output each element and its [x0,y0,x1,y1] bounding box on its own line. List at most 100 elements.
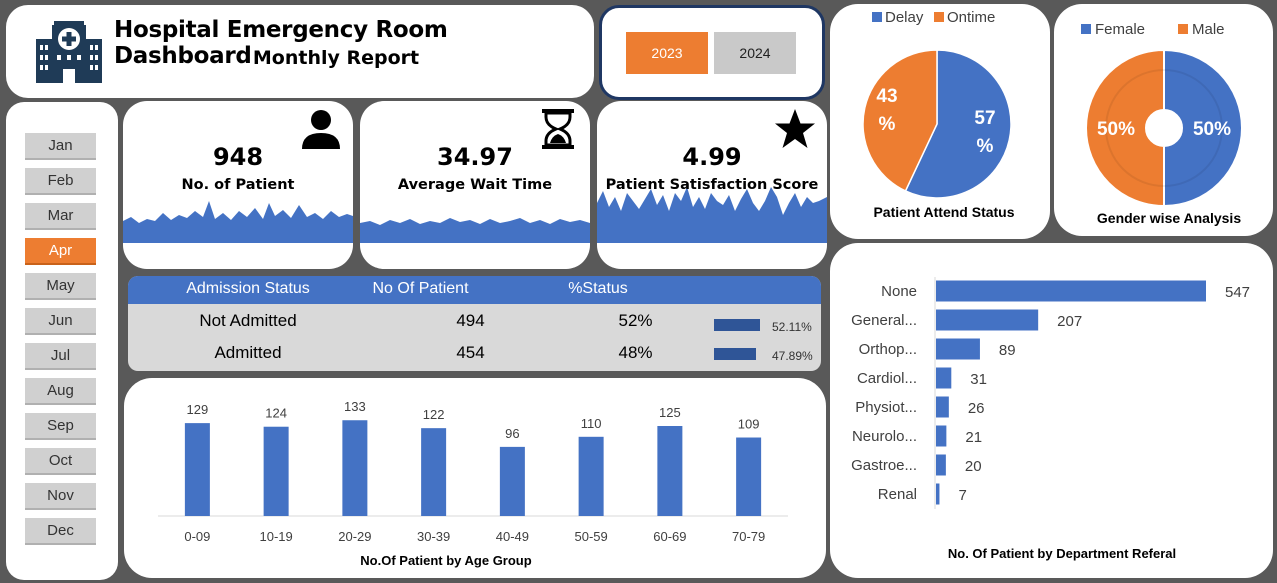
data-label: 26 [968,400,985,417]
bar-1 [936,309,1039,331]
month-button-jan[interactable]: Jan [25,133,96,160]
kpi-patients-value: 948 [212,143,264,171]
x-tick-label: 10-19 [260,529,293,544]
kpi-satisfaction-value: 4.99 [682,143,742,171]
category-label: Renal [878,486,917,503]
pct-bar-label: 47.89% [772,349,813,363]
month-button-aug[interactable]: Aug [25,378,96,405]
bar-0 [936,280,1206,302]
data-label: 96 [505,426,519,441]
bar-2 [936,338,980,360]
data-label: 122 [423,407,445,422]
legend-swatch [1081,24,1091,34]
chart-title: Patient Attend Status [873,204,1014,220]
bar-10-19 [263,426,289,516]
data-label: 109 [738,417,760,432]
bar-40-49 [499,446,525,516]
pct-cell: 52% [618,311,653,330]
bar-70-79 [736,437,762,516]
pct-bar-label: 52.11% [772,320,812,334]
month-button-nov[interactable]: Nov [25,483,96,510]
category-label: Cardiol... [857,370,917,387]
attend-status-pie: Delay Ontime 57% 43% Patient Attend Status [862,9,1015,220]
chart-title: No.Of Patient by Age Group [360,553,531,568]
data-label: 129 [187,402,209,417]
legend-swatch [872,12,882,22]
month-button-jun[interactable]: Jun [25,308,96,335]
data-label: 110 [581,416,602,431]
data-label: 207 [1057,313,1082,330]
pct-bar [714,348,757,360]
month-button-mar[interactable]: Mar [25,203,96,230]
month-button-apr[interactable]: Apr [25,238,96,265]
category-label: Gastroe... [851,457,917,474]
table-header: Admission Status No Of Patient %Status [128,276,821,304]
x-tick-label: 0-09 [184,529,210,544]
count-cell: 454 [456,343,485,362]
column-header: No Of Patient [372,280,469,297]
age-group-chart: 129 0-09 124 10-19 133 20-29 122 30-39 96 40-49 11… [158,399,788,568]
bar-20-29 [342,420,368,516]
year-selector: 2023 2024 [599,5,825,100]
month-button-sep[interactable]: Sep [25,413,96,440]
kpi-wait-card: 34.97 Average Wait Time [360,101,590,269]
table-row: Not Admitted 494 52% 52.11% [128,307,821,339]
dashboard-subtitle: Monthly Report [252,47,420,69]
bar-50-59 [578,436,604,516]
kpi-wait-value: 34.97 [437,143,513,171]
data-label: 125 [659,405,681,420]
kpi-wait-label: Average Wait Time [397,177,553,193]
bar-4 [936,396,949,418]
kpi-patients-card: 948 No. of Patient [123,101,353,269]
x-tick-label: 30-39 [417,529,450,544]
x-tick-label: 60-69 [653,529,686,544]
legend-label-male: Male [1192,21,1225,38]
chart-title: Gender wise Analysis [1097,210,1241,226]
category-label: Neurolo... [852,428,917,445]
category-label: Physiot... [855,399,917,416]
column-header: Admission Status [186,280,310,297]
x-tick-label: 20-29 [338,529,371,544]
year-button-2024[interactable]: 2024 [714,32,796,74]
category-label: None [881,283,917,300]
bar-30-39 [421,428,447,516]
legend-label-ontime: Ontime [947,9,995,26]
status-cell: Not Admitted [199,311,297,330]
data-label: 7 [958,487,966,504]
gender-analysis-card: Female Male 50% 50% Gender wise Analysis [1054,4,1273,236]
month-button-oct[interactable]: Oct [25,448,96,475]
x-tick-label: 70-79 [732,529,765,544]
pct-cell: 48% [618,343,653,362]
kpi-satisfaction-label: Patient Satisfaction Score [605,177,819,193]
month-selector: Jan Feb Mar Apr May Jun Jul Aug Sep Oct Nov Dec [6,102,118,580]
category-label: General... [851,312,917,329]
bar-6 [936,454,946,476]
data-label: 547 [1225,284,1250,301]
slice-value-label: 50% [1097,119,1135,140]
legend-swatch [1178,24,1188,34]
count-cell: 494 [456,311,485,330]
column-header: %Status [568,280,628,297]
table-row: Admitted 454 48% 47.89% [128,339,821,371]
header-card: Hospital Emergency Room Dashboard Monthl… [6,5,594,98]
month-button-feb[interactable]: Feb [25,168,96,195]
data-label: 133 [344,399,366,414]
x-tick-label: 50-59 [575,529,608,544]
bar-7 [936,483,940,505]
month-button-dec[interactable]: Dec [25,518,96,545]
department-referral-chart: None 547General... 207Orthop... 89Cardiol..… [851,277,1250,561]
slice-value-label: 50% [1193,119,1231,140]
kpi-satisfaction-card: 4.99 Patient Satisfaction Score [597,101,827,269]
slice-value-unit: % [977,136,994,157]
bar-0-09 [184,423,210,516]
month-button-may[interactable]: May [25,273,96,300]
year-button-2023[interactable]: 2023 [626,32,708,74]
bar-60-69 [657,426,683,516]
chart-title: No. Of Patient by Department Referal [948,546,1176,561]
data-label: 89 [999,342,1016,359]
bar-5 [936,425,947,447]
admission-status-table: Admission Status No Of Patient %Status N… [128,276,821,371]
bar-3 [936,367,952,389]
month-button-jul[interactable]: Jul [25,343,96,370]
data-label: 124 [265,406,287,421]
